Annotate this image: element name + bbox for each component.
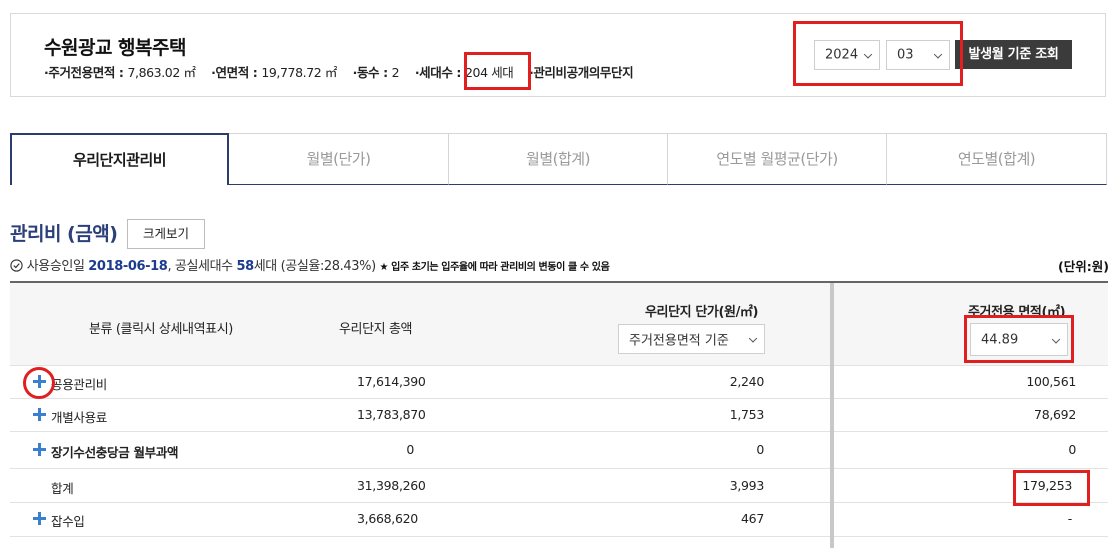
buildings-label: ·동수 :	[352, 65, 392, 80]
row-unit-price: 1,753	[729, 407, 765, 422]
row-unit-price: 3,993	[729, 478, 765, 493]
row-total: 17,614,390	[357, 374, 426, 389]
approval-label: 사용승인일	[26, 259, 89, 274]
row-label[interactable]: 장기수선충당금 월부과액	[51, 442, 179, 461]
row-label[interactable]: 잡수입	[51, 511, 85, 530]
header-category: 분류 (클릭시 상세내역표시)	[89, 322, 233, 337]
expand-plus-icon[interactable]	[33, 443, 46, 456]
expand-plus-icon[interactable]	[33, 512, 46, 525]
row-total: 3,668,620	[357, 511, 418, 526]
area-label: ·주거전용면적 :	[44, 65, 128, 80]
tab-monthly-total[interactable]: 월별(합계)	[449, 133, 668, 185]
notice-text: ★ 입주 초기는 입주율에 따라 관리비의 변동이 클 수 있음	[379, 262, 610, 273]
complex-name: 수원광교 행복주택	[44, 37, 186, 59]
chevron-down-icon	[748, 334, 758, 343]
unit-basis-value: 주거전용면적 기준	[629, 333, 729, 349]
floor-area-value: 19,778.72 ㎡	[261, 65, 338, 80]
area-select-highlight	[964, 315, 1074, 363]
vacancy-count: 58	[236, 259, 254, 274]
row-total: 0	[406, 442, 414, 457]
approval-info-line: 사용승인일 2018-06-18, 공실세대수 58세대 (공실율:28.43%…	[10, 255, 610, 274]
tab-our-complex-fee[interactable]: 우리단지관리비	[10, 133, 229, 185]
households-highlight	[464, 52, 531, 90]
section-title: 관리비 (금액)	[10, 223, 118, 245]
row-divider	[10, 398, 1108, 399]
tab-yearly-monthly-avg[interactable]: 연도별 월평균(단가)	[668, 133, 887, 185]
query-by-month-button[interactable]: 발생월 기준 조회	[955, 40, 1072, 69]
row-label[interactable]: 개별사용료	[51, 407, 107, 426]
expand-plus-icon[interactable]	[33, 408, 46, 421]
row-area-amount: 0	[1068, 442, 1076, 457]
row-area-amount: 78,692	[1034, 407, 1076, 422]
unit-basis-select[interactable]: 주거전용면적 기준	[618, 324, 765, 354]
row-divider	[10, 468, 1108, 469]
row-divider	[10, 431, 1108, 432]
tab-monthly-unit[interactable]: 월별(단가)	[229, 133, 449, 185]
approval-date: 2018-06-18	[88, 259, 168, 274]
buildings-value: 2	[391, 65, 400, 80]
floor-area-label: ·연면적 :	[211, 65, 262, 80]
row-divider	[10, 502, 1108, 503]
row-label: 합계	[51, 481, 74, 496]
households-label: ·세대수 :	[414, 65, 465, 80]
column-divider	[830, 283, 834, 548]
row-unit-price: 467	[741, 511, 764, 526]
expand-highlight	[23, 367, 55, 399]
check-circle-icon	[10, 259, 23, 272]
vacancy-unit: 세대 (공실율:28.43%)	[253, 259, 376, 274]
header-total: 우리단지 총액	[339, 322, 413, 337]
complex-info-line: ·주거전용면적 : 7,863.02 ㎡ ·연면적 : 19,778.72 ㎡ …	[44, 62, 634, 81]
row-total: 13,783,870	[357, 407, 426, 422]
row-unit-price: 0	[756, 442, 764, 457]
enlarge-button[interactable]: 크게보기	[127, 219, 205, 249]
header-unit-price: 우리단지 단가(원/㎡)	[645, 305, 759, 320]
total-highlight	[1013, 470, 1090, 506]
row-area-amount: -	[1067, 511, 1073, 526]
row-label[interactable]: 공용관리비	[51, 374, 107, 393]
row-area-amount: 100,561	[1026, 374, 1076, 389]
date-select-highlight	[793, 21, 963, 86]
area-value: 7,863.02 ㎡	[127, 65, 196, 80]
disclosure-label: ·관리비공개의무단지	[528, 65, 634, 80]
row-divider	[10, 365, 1108, 366]
row-divider	[10, 536, 1108, 537]
vacancy-label: , 공실세대수	[167, 259, 237, 274]
tab-yearly-total[interactable]: 연도별(합계)	[887, 133, 1107, 185]
row-unit-price: 2,240	[729, 374, 765, 389]
unit-label: (단위:원)	[1058, 259, 1109, 274]
row-total: 31,398,260	[357, 478, 426, 493]
